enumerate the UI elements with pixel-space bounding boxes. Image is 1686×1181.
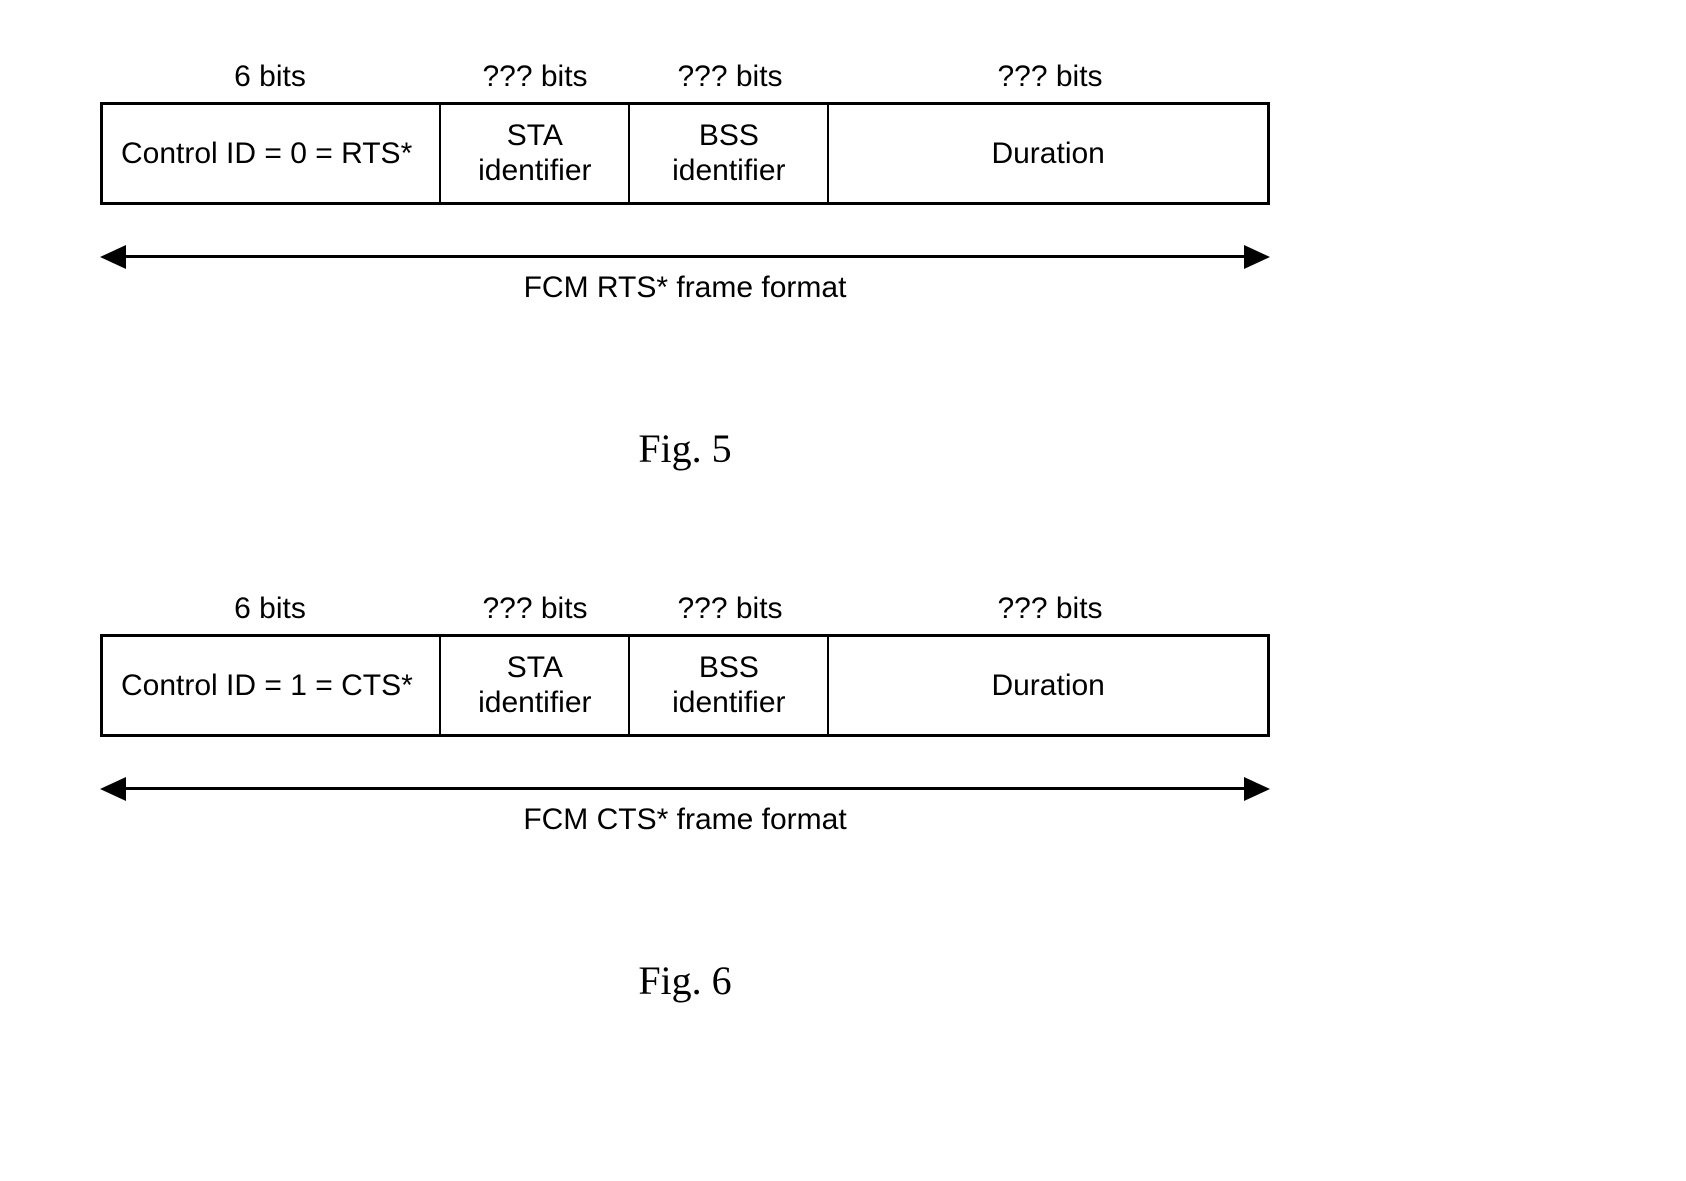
arrow-line — [116, 255, 1254, 258]
double-arrow: FCM CTS* frame format — [100, 777, 1270, 847]
bss-identifier-cell: BSS identifier — [630, 637, 829, 734]
cell-text: identifier — [672, 686, 785, 721]
bit-label: ??? bits — [630, 592, 830, 626]
arrow-right-icon — [1244, 777, 1270, 801]
cell-text: STA — [507, 651, 563, 686]
figure-5: 6 bits ??? bits ??? bits ??? bits Contro… — [100, 60, 1586, 472]
bit-label: ??? bits — [830, 592, 1270, 626]
bit-labels-row: 6 bits ??? bits ??? bits ??? bits — [100, 60, 1586, 94]
sta-identifier-cell: STA identifier — [441, 105, 630, 202]
cell-text: identifier — [478, 686, 591, 721]
cell-text: BSS — [699, 119, 759, 154]
bss-identifier-cell: BSS identifier — [630, 105, 829, 202]
bit-label: ??? bits — [830, 60, 1270, 94]
frame-format-table: Control ID = 1 = CTS* STA identifier BSS… — [100, 634, 1270, 737]
duration-cell: Duration — [829, 105, 1267, 202]
frame-format-table: Control ID = 0 = RTS* STA identifier BSS… — [100, 102, 1270, 205]
cell-text: BSS — [699, 651, 759, 686]
bit-label: ??? bits — [630, 60, 830, 94]
cell-text: identifier — [672, 154, 785, 189]
arrow-caption: FCM RTS* frame format — [100, 271, 1270, 305]
figure-caption: Fig. 5 — [100, 425, 1270, 472]
bit-label: 6 bits — [100, 592, 440, 626]
bit-labels-row: 6 bits ??? bits ??? bits ??? bits — [100, 592, 1586, 626]
arrow-line — [116, 787, 1254, 790]
bit-label: ??? bits — [440, 592, 630, 626]
double-arrow: FCM RTS* frame format — [100, 245, 1270, 315]
arrow-right-icon — [1244, 245, 1270, 269]
cell-text: identifier — [478, 154, 591, 189]
sta-identifier-cell: STA identifier — [441, 637, 630, 734]
control-id-cell: Control ID = 0 = RTS* — [103, 105, 441, 202]
cell-text: STA — [507, 119, 563, 154]
control-id-cell: Control ID = 1 = CTS* — [103, 637, 441, 734]
bit-label: ??? bits — [440, 60, 630, 94]
duration-cell: Duration — [829, 637, 1267, 734]
figure-6: 6 bits ??? bits ??? bits ??? bits Contro… — [100, 592, 1586, 1004]
bit-label: 6 bits — [100, 60, 440, 94]
figure-caption: Fig. 6 — [100, 957, 1270, 1004]
arrow-caption: FCM CTS* frame format — [100, 803, 1270, 837]
